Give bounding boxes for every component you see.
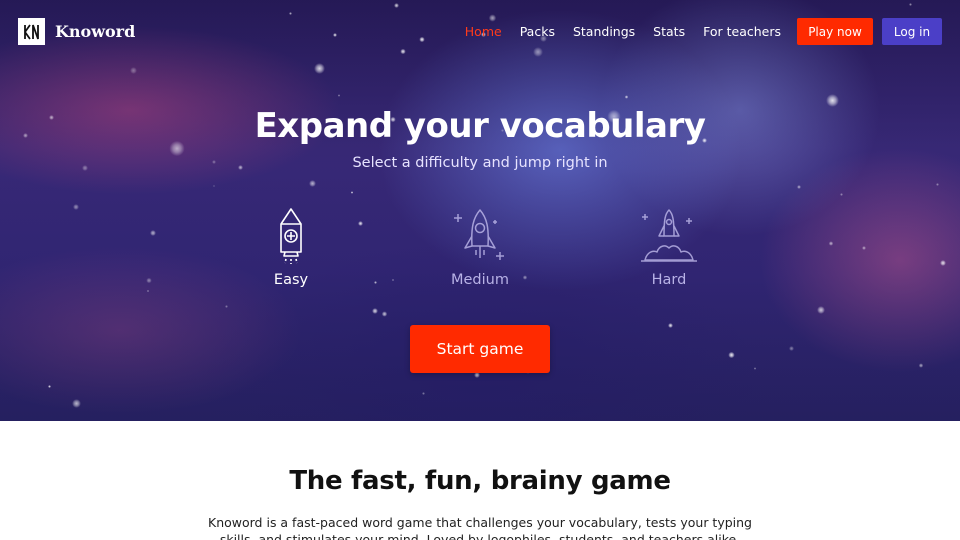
nav-standings[interactable]: Standings <box>573 24 635 39</box>
nav-for-teachers[interactable]: For teachers <box>703 24 781 39</box>
star <box>337 94 341 97</box>
difficulty-medium-label: Medium <box>451 272 509 288</box>
star <box>313 62 325 74</box>
nav-packs[interactable]: Packs <box>520 24 555 39</box>
star <box>150 229 157 236</box>
difficulty-hard[interactable]: Hard <box>599 206 739 288</box>
nav-stats[interactable]: Stats <box>653 24 685 39</box>
brand-logo[interactable]: Knoword <box>18 18 135 45</box>
log-in-button[interactable]: Log in <box>882 18 942 45</box>
logo-mark-icon <box>18 18 45 45</box>
star <box>71 398 81 408</box>
star <box>817 306 825 314</box>
star <box>862 245 867 250</box>
rocket-icon <box>259 206 323 266</box>
star <box>332 32 337 37</box>
star <box>624 95 628 99</box>
star <box>381 311 388 317</box>
star <box>828 240 834 246</box>
star <box>350 191 353 194</box>
star <box>728 351 735 359</box>
difficulty-easy[interactable]: Easy <box>221 206 361 288</box>
difficulty-easy-label: Easy <box>273 272 309 288</box>
star <box>129 67 137 75</box>
star <box>940 260 946 266</box>
star <box>667 322 673 328</box>
about-body: Knoword is a fast-paced word game that c… <box>208 515 752 540</box>
brand-name: Knoword <box>55 22 136 41</box>
hero-subtitle: Select a difficulty and jump right in <box>352 155 608 171</box>
star <box>47 385 51 389</box>
start-game-button[interactable]: Start game <box>410 325 550 373</box>
difficulty-hard-label: Hard <box>651 272 687 288</box>
star <box>532 47 543 58</box>
about-title: The fast, fun, brainy game <box>289 466 671 496</box>
top-nav: Home Packs Standings Stats For teachers … <box>465 18 942 45</box>
play-now-button[interactable]: Play now <box>797 18 873 45</box>
star <box>371 307 378 314</box>
difficulty-medium[interactable]: Medium <box>410 206 550 288</box>
hero-title: Expand your vocabulary <box>254 106 706 146</box>
rocket-sparkles-icon <box>448 206 512 266</box>
hero-section: Knoword Home Packs Standings Stats For t… <box>0 0 960 421</box>
star <box>146 289 149 293</box>
star <box>826 94 839 107</box>
rocket-launch-icon <box>637 206 701 266</box>
nav-home[interactable]: Home <box>465 24 502 39</box>
star <box>422 391 425 395</box>
star <box>419 36 425 43</box>
